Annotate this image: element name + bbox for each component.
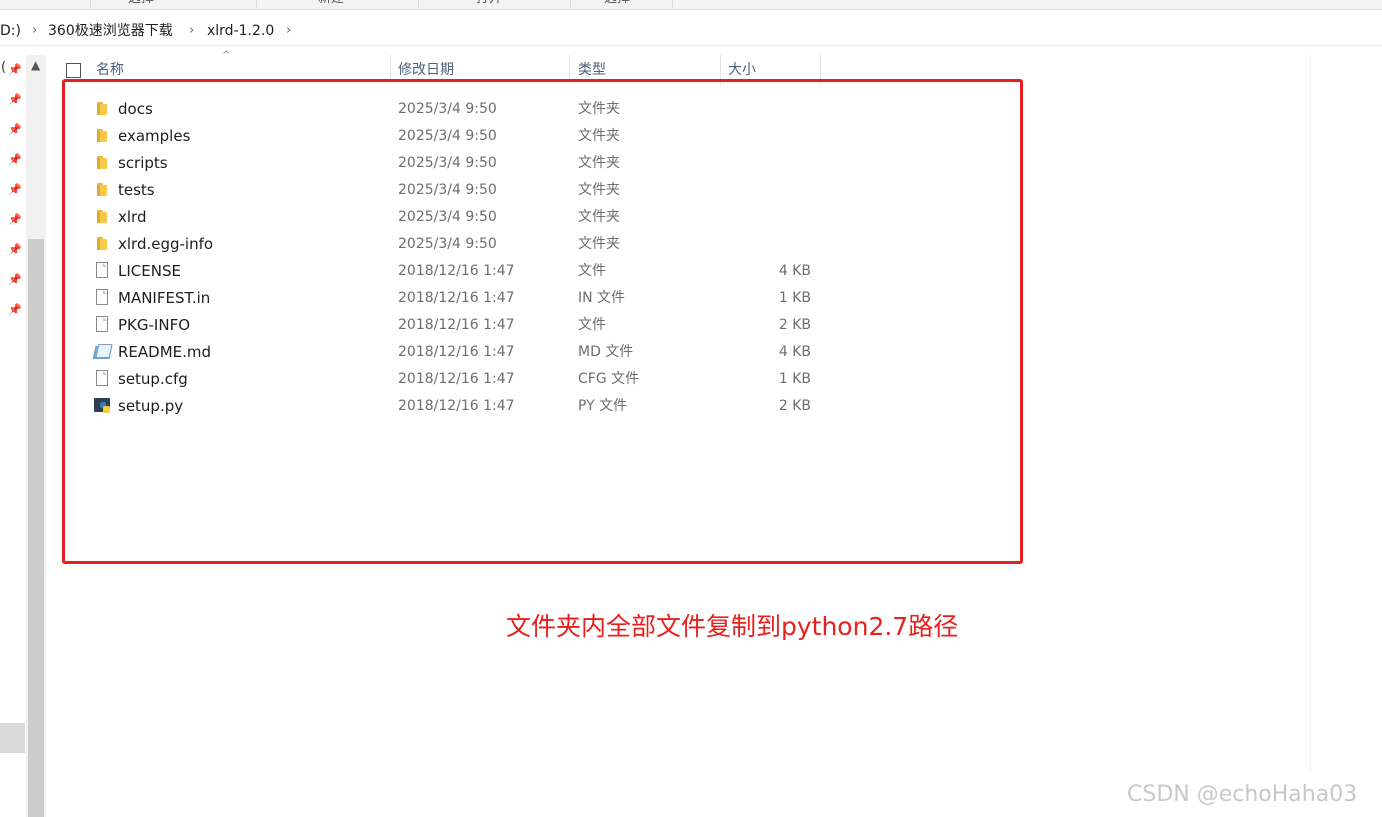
pin-icon: 📌 bbox=[8, 273, 22, 286]
column-header-date[interactable]: 修改日期 bbox=[398, 61, 454, 79]
navigation-pane: ( 📌 📌 📌 📌 📌 📌 📌 📌 📌 bbox=[0, 55, 26, 817]
sort-ascending-icon: ^ bbox=[222, 50, 231, 61]
annotation-highlight-box bbox=[62, 79, 1023, 564]
chevron-right-icon[interactable]: › bbox=[286, 21, 291, 41]
pin-icon: 📌 bbox=[8, 153, 22, 166]
column-header-size[interactable]: 大小 bbox=[728, 61, 756, 79]
nav-item-partial[interactable]: ( bbox=[1, 60, 6, 75]
watermark: CSDN @echoHaha03 bbox=[1127, 782, 1358, 807]
pin-icon: 📌 bbox=[8, 183, 22, 196]
chevron-right-icon[interactable]: › bbox=[32, 21, 37, 41]
nav-selected-item[interactable] bbox=[0, 723, 25, 753]
pin-icon: 📌 bbox=[8, 243, 22, 256]
ribbon-separator bbox=[418, 0, 419, 8]
pin-icon: 📌 bbox=[8, 93, 22, 106]
nav-scrollbar[interactable]: ▲ bbox=[26, 55, 46, 817]
ribbon-select-label[interactable]: 选择 bbox=[128, 0, 154, 7]
ribbon-separator bbox=[256, 0, 257, 8]
pane-divider bbox=[1310, 55, 1311, 772]
pin-icon: 📌 bbox=[8, 213, 22, 226]
breadcrumb-drive[interactable]: D:) bbox=[0, 21, 21, 41]
scroll-up-icon[interactable]: ▲ bbox=[31, 58, 40, 72]
pin-icon: 📌 bbox=[8, 123, 22, 136]
pin-icon: 📌 bbox=[8, 63, 22, 76]
ribbon-separator bbox=[672, 0, 673, 8]
ribbon-separator bbox=[570, 0, 571, 8]
select-all-checkbox[interactable] bbox=[66, 63, 81, 78]
chevron-right-icon[interactable]: › bbox=[189, 21, 194, 41]
pin-icon: 📌 bbox=[8, 303, 22, 316]
ribbon-bar: 选择 新建 打开 选择 bbox=[0, 0, 1382, 10]
breadcrumb-downloads[interactable]: 360极速浏览器下载 bbox=[48, 21, 173, 41]
annotation-text: 文件夹内全部文件复制到python2.7路径 bbox=[506, 612, 959, 641]
breadcrumb-xlrd[interactable]: xlrd-1.2.0 bbox=[207, 21, 274, 41]
column-header-name[interactable]: 名称 bbox=[96, 61, 124, 79]
column-header-type[interactable]: 类型 bbox=[578, 61, 606, 79]
breadcrumb[interactable]: D:) › 360极速浏览器下载 › xlrd-1.2.0 › bbox=[0, 17, 1382, 46]
scrollbar-thumb[interactable] bbox=[28, 239, 44, 817]
ribbon-select2-label[interactable]: 选择 bbox=[604, 0, 630, 7]
ribbon-new-label[interactable]: 新建 bbox=[318, 0, 344, 7]
ribbon-separator bbox=[90, 0, 91, 8]
ribbon-open-label[interactable]: 打开 bbox=[476, 0, 502, 7]
